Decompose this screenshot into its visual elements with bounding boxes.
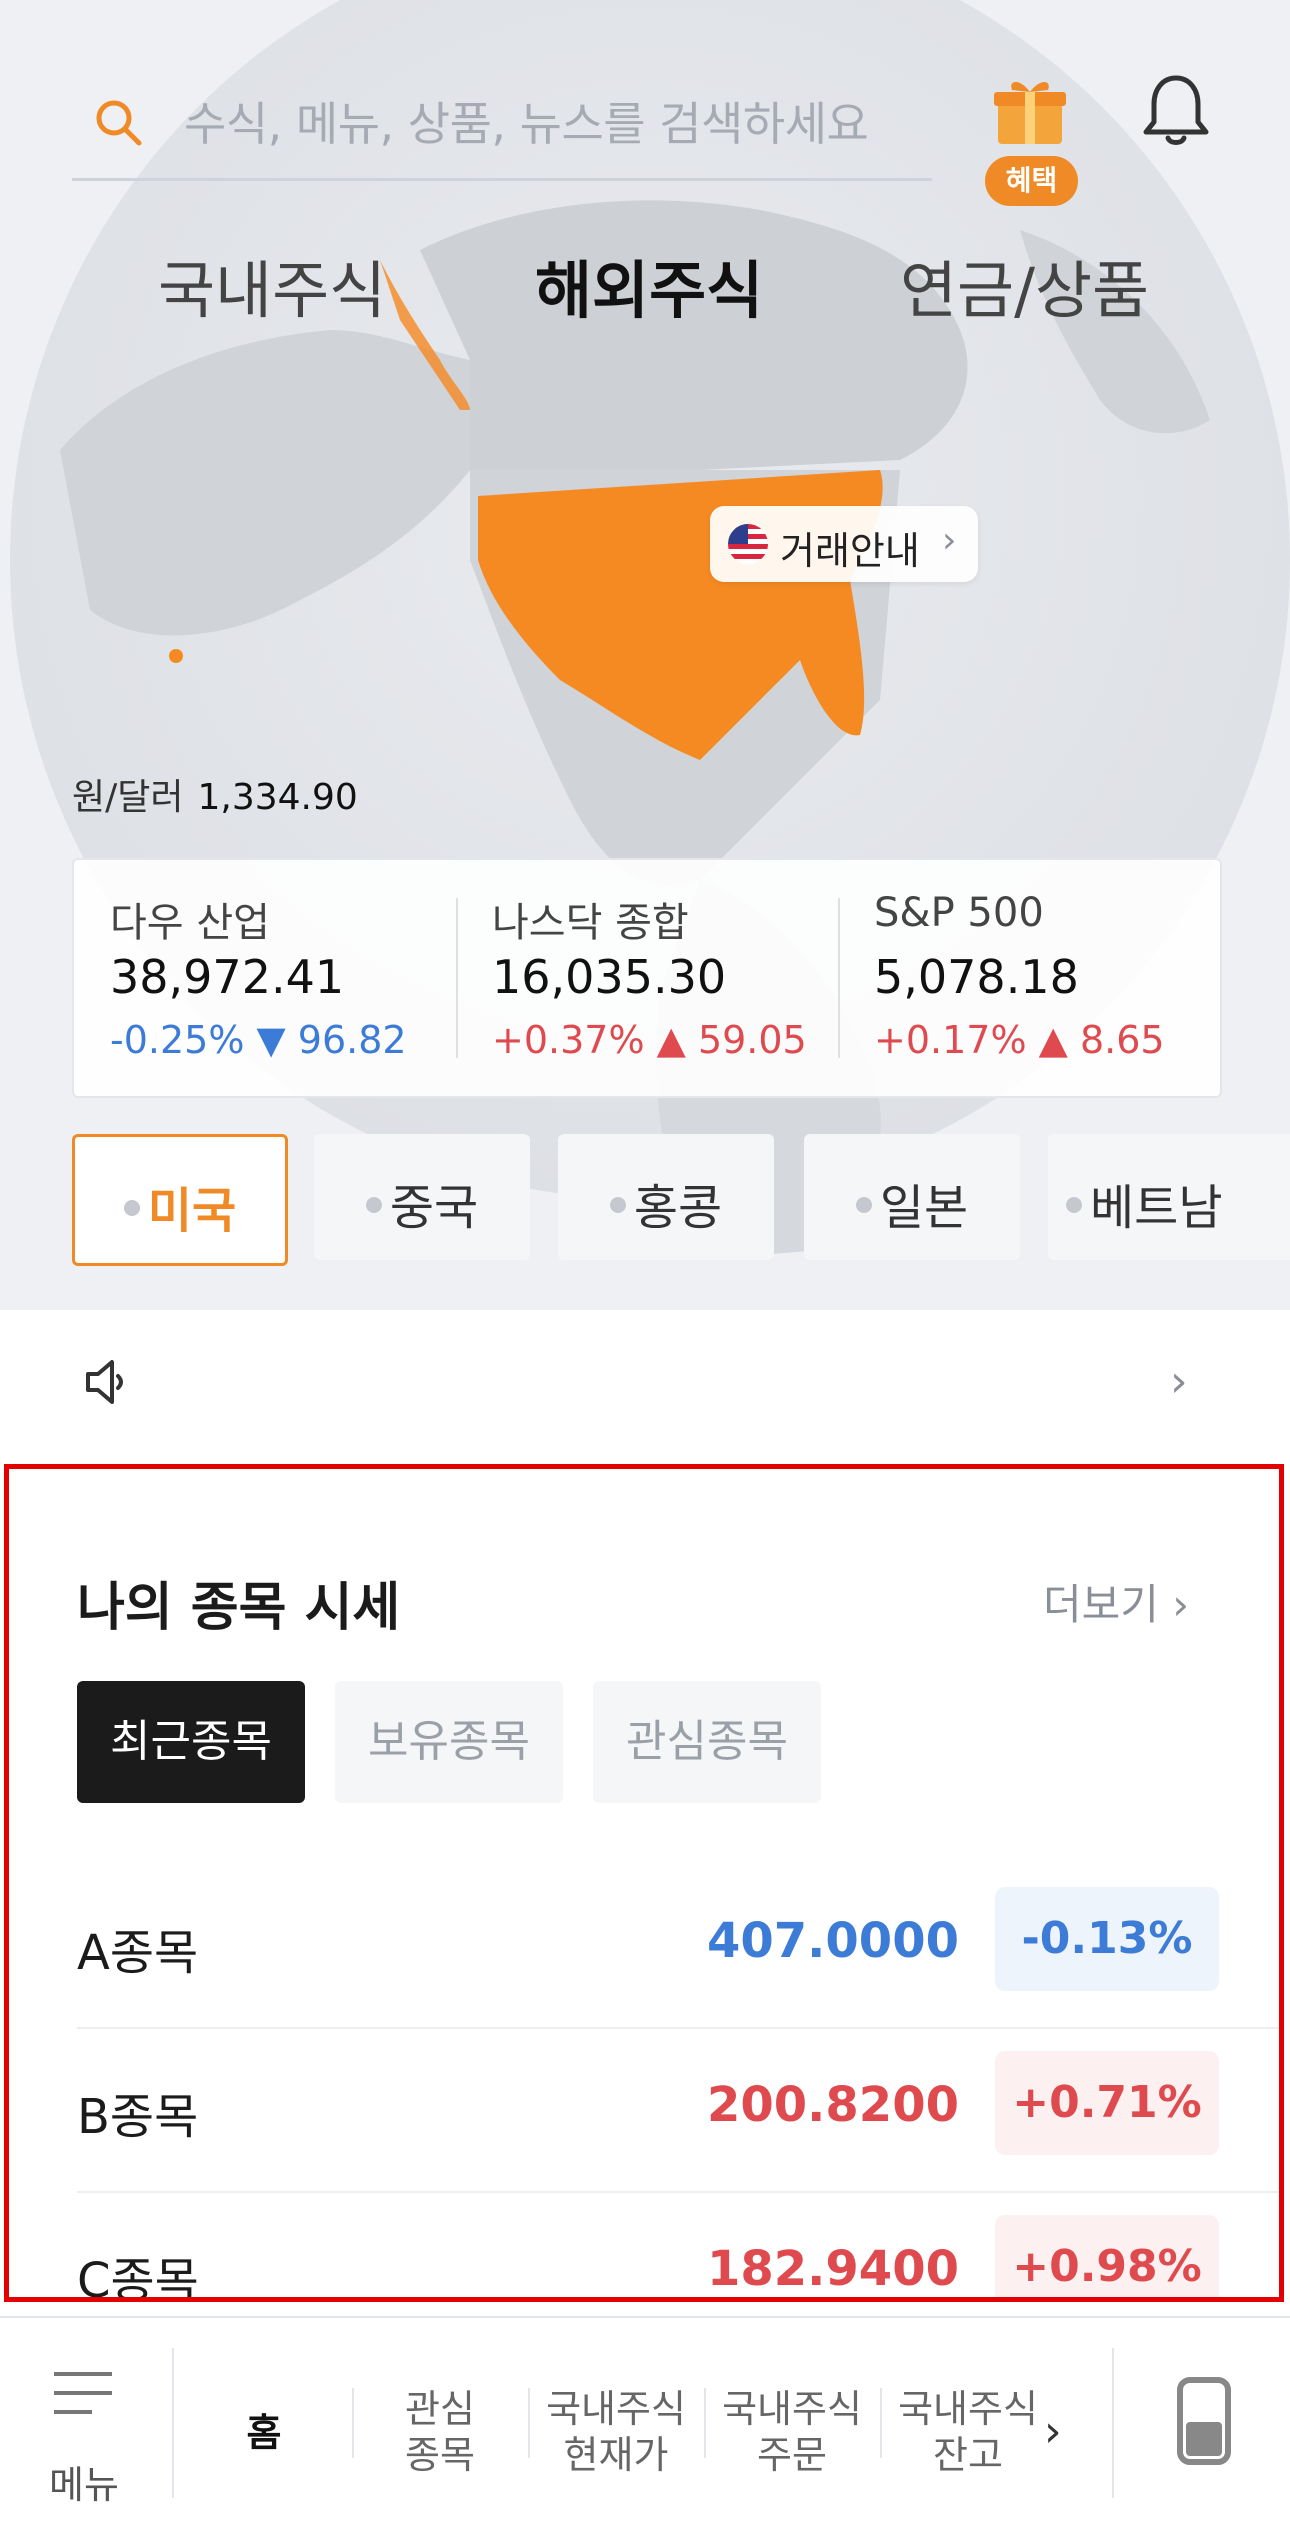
divider bbox=[172, 2348, 174, 2498]
stock-name: B종목 bbox=[77, 2089, 199, 2145]
tab-overseas-stocks[interactable]: 해외주식 bbox=[535, 240, 763, 330]
stock-change-badge: +0.71% bbox=[995, 2051, 1219, 2155]
nav-watchlist[interactable]: 관심 종목 bbox=[352, 2386, 528, 2478]
stock-change-badge: +0.98% bbox=[995, 2215, 1219, 2297]
tab-recent-stocks[interactable]: 최근종목 bbox=[77, 1681, 305, 1803]
divider bbox=[838, 898, 840, 1058]
notice-bar[interactable]: › bbox=[0, 1310, 1290, 1456]
stock-price: 407.0000 bbox=[706, 1913, 959, 1969]
exchange-rate-label: 원/달러 bbox=[72, 777, 184, 818]
country-label: 홍콩 bbox=[633, 1180, 723, 1236]
nav-domestic-price[interactable]: 국내주식 현재가 bbox=[528, 2386, 704, 2478]
index-card: 다우 산업 38,972.41 -0.25% ▼ 96.82 나스닥 종합 16… bbox=[72, 858, 1222, 1098]
chevron-right-icon: › bbox=[1170, 1356, 1188, 1407]
menu-label: 메뉴 bbox=[49, 2463, 119, 2507]
stock-change-badge: -0.13% bbox=[995, 1887, 1219, 1991]
country-label: 일본 bbox=[879, 1180, 969, 1236]
dot-icon bbox=[123, 1200, 140, 1216]
globe-map-illustration bbox=[10, 0, 1290, 1260]
index-change: +0.17% ▲ 8.65 bbox=[874, 1018, 1165, 1062]
stock-row[interactable]: B종목 200.8200 +0.71% bbox=[77, 2027, 1279, 2193]
index-value: 5,078.18 bbox=[874, 950, 1079, 1004]
country-label: 베트남 bbox=[1090, 1180, 1223, 1236]
exchange-rate-value: 1,334.90 bbox=[197, 777, 358, 818]
hamburger-icon bbox=[54, 2372, 112, 2414]
dot-icon bbox=[1066, 1197, 1082, 1213]
stock-name: C종목 bbox=[77, 2253, 199, 2302]
bell-icon[interactable] bbox=[1140, 70, 1212, 150]
chevron-right-icon: › bbox=[942, 520, 957, 561]
search-placeholder: 수식, 메뉴, 상품, 뉴스를 검색하세요 bbox=[184, 97, 869, 151]
country-chip-vietnam[interactable]: 베트남 bbox=[1048, 1134, 1290, 1260]
index-name: 나스닥 종합 bbox=[492, 900, 689, 946]
search-bar[interactable]: 수식, 메뉴, 상품, 뉴스를 검색하세요 bbox=[72, 70, 932, 181]
my-stock-quotes-section: 나의 종목 시세 더보기 › 최근종목 보유종목 관심종목 A종목 407.00… bbox=[4, 1464, 1284, 2302]
index-name: S&P 500 bbox=[874, 890, 1044, 936]
speaker-icon bbox=[86, 1360, 123, 1404]
menu-button[interactable]: 메뉴 bbox=[24, 2348, 144, 2507]
tab-pension-products[interactable]: 연금/상품 bbox=[900, 240, 1149, 330]
stock-row[interactable]: A종목 407.0000 -0.13% bbox=[77, 1863, 1279, 2029]
bottom-navigation: 메뉴 홈 관심 종목 국내주식 현재가 국내주식 주문 국내주식 잔고 › bbox=[0, 2316, 1290, 2534]
index-value: 16,035.30 bbox=[492, 950, 727, 1004]
benefit-badge[interactable]: 혜택 bbox=[985, 156, 1078, 206]
dot-icon bbox=[365, 1197, 382, 1213]
index-change: +0.37% ▲ 59.05 bbox=[492, 1018, 807, 1062]
country-chip-china[interactable]: 중국 bbox=[314, 1134, 530, 1260]
exchange-rate: 원/달러 1,334.90 bbox=[72, 768, 358, 820]
gift-icon[interactable] bbox=[990, 70, 1070, 150]
tab-watchlist-stocks[interactable]: 관심종목 bbox=[593, 1681, 821, 1803]
hero-area bbox=[0, 0, 1290, 1310]
index-name: 다우 산업 bbox=[110, 900, 270, 946]
nav-domestic-balance[interactable]: 국내주식 잔고 bbox=[880, 2386, 1056, 2478]
index-nasdaq[interactable]: 나스닥 종합 16,035.30 +0.37% ▲ 59.05 bbox=[456, 860, 838, 1096]
nav-home[interactable]: 홈 bbox=[176, 2410, 352, 2456]
index-change: -0.25% ▼ 96.82 bbox=[110, 1018, 407, 1062]
country-label: 미국 bbox=[147, 1183, 237, 1239]
stock-row[interactable]: C종목 182.9400 +0.98% bbox=[77, 2191, 1279, 2302]
section-title: 나의 종목 시세 bbox=[77, 1578, 401, 1638]
index-dow[interactable]: 다우 산업 38,972.41 -0.25% ▼ 96.82 bbox=[74, 860, 456, 1096]
nav-domestic-order[interactable]: 국내주식 주문 bbox=[704, 2386, 880, 2478]
stock-name: A종목 bbox=[77, 1925, 199, 1981]
search-icon bbox=[96, 100, 142, 146]
tab-domestic-stocks[interactable]: 국내주식 bbox=[158, 240, 386, 330]
country-chip-us[interactable]: 미국 bbox=[72, 1134, 288, 1266]
country-chip-japan[interactable]: 일본 bbox=[804, 1134, 1020, 1260]
phone-icon[interactable] bbox=[1176, 2376, 1232, 2466]
tab-holding-stocks[interactable]: 보유종목 bbox=[335, 1681, 563, 1803]
divider bbox=[1112, 2348, 1114, 2498]
dot-icon bbox=[855, 1197, 872, 1213]
us-flag-icon bbox=[728, 524, 768, 564]
more-link[interactable]: 더보기 › bbox=[1043, 1571, 1189, 1632]
stock-price: 182.9400 bbox=[706, 2241, 959, 2297]
trading-guide-label: 거래안내 bbox=[780, 529, 920, 573]
stock-price: 200.8200 bbox=[706, 2077, 959, 2133]
index-sp500[interactable]: S&P 500 5,078.18 +0.17% ▲ 8.65 bbox=[838, 860, 1220, 1096]
country-label: 중국 bbox=[389, 1180, 479, 1236]
trading-guide-button[interactable]: 거래안내 › bbox=[710, 506, 978, 582]
country-chip-hongkong[interactable]: 홍콩 bbox=[558, 1134, 774, 1260]
chevron-right-icon[interactable]: › bbox=[1044, 2406, 1062, 2457]
divider bbox=[456, 898, 458, 1058]
index-value: 38,972.41 bbox=[110, 950, 345, 1004]
dot-icon bbox=[609, 1197, 626, 1213]
